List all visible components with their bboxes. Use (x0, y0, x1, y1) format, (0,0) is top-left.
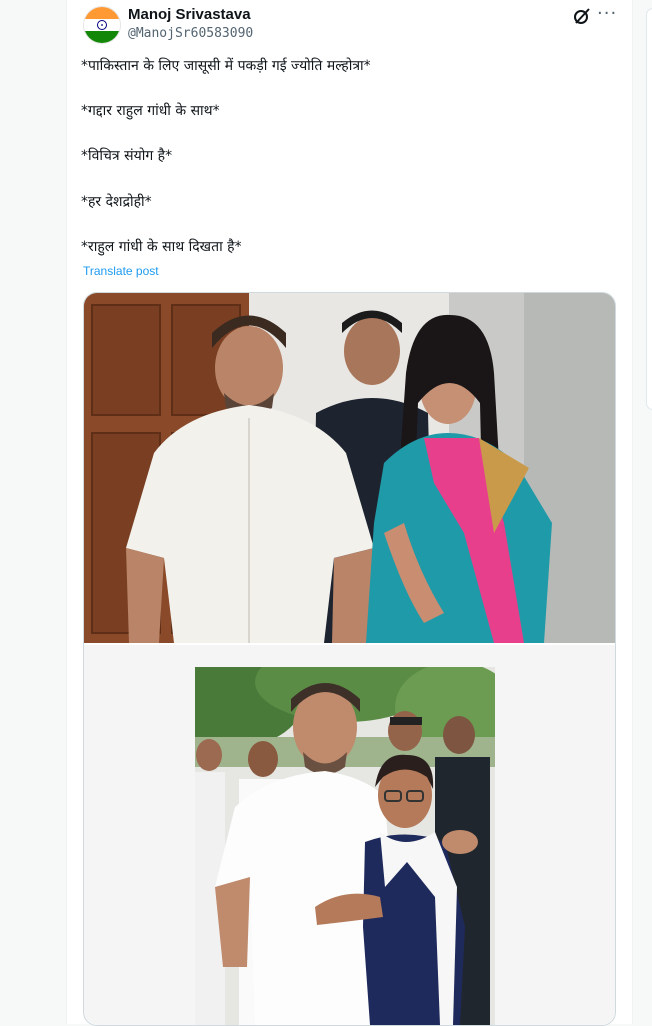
author-avatar[interactable] (83, 6, 121, 44)
tweet-text-line: *विचित्र संयोग है* (81, 148, 173, 164)
translate-post-link[interactable]: Translate post (83, 264, 159, 278)
author-name[interactable]: Manoj Srivastava (128, 6, 251, 23)
tweet-text-line: *पाकिस्तान के लिए जासूसी में पकड़ी गई ज्… (81, 58, 371, 74)
media-photo-1[interactable] (84, 293, 615, 643)
sidebar-card-edge (646, 8, 652, 410)
left-margin (0, 0, 66, 1024)
grok-icon[interactable] (572, 6, 592, 26)
tweet-media[interactable] (83, 292, 616, 1026)
tweet-text-line: *गद्दार राहुल गांधी के साथ* (81, 103, 220, 119)
more-options-icon[interactable]: ··· (597, 3, 617, 24)
tweet-text-line: *हर देशद्रोही* (81, 194, 152, 210)
india-flag-icon (84, 7, 120, 43)
media-photo-2-container (84, 645, 615, 1025)
author-handle[interactable]: @ManojSr60583090 (128, 26, 253, 41)
media-photo-2[interactable] (195, 667, 495, 1025)
tweet-card[interactable]: Manoj Srivastava @ManojSr60583090 ··· *प… (66, 0, 633, 1026)
tweet-text-line: *राहुल गांधी के साथ दिखता है* (81, 239, 242, 255)
